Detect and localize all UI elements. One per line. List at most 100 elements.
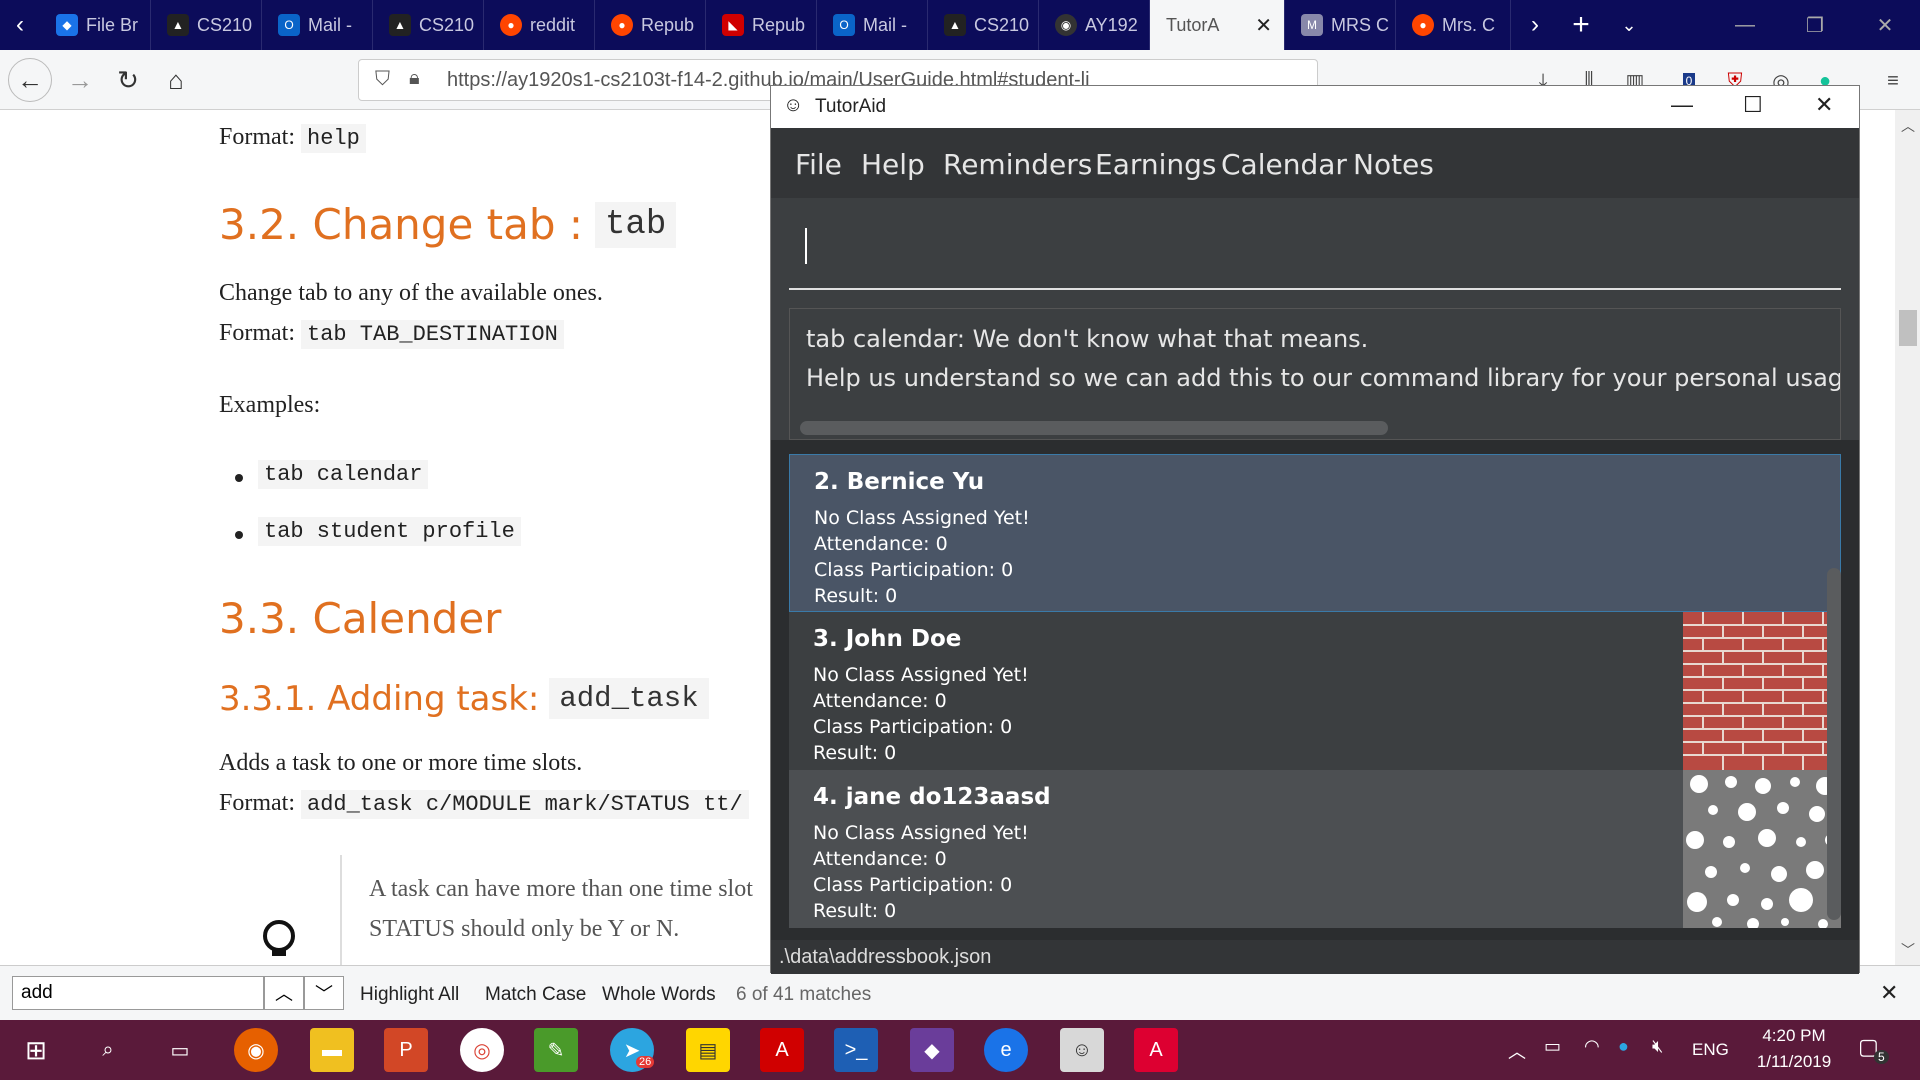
tab-mrs-1[interactable]: M MRS C (1285, 0, 1396, 50)
page-scrollbar[interactable]: ︿ ﹀ (1895, 110, 1920, 965)
format-code: add_task c/MODULE mark/STATUS tt/ (301, 790, 749, 819)
graduation-cap-icon: ▲ (389, 14, 411, 36)
change-tab-description: Change tab to any of the available ones. (219, 280, 603, 306)
file-explorer-icon[interactable]: ▬ (310, 1028, 354, 1072)
student-name: 4. jane do123aasd (813, 784, 1051, 810)
close-tab-icon[interactable]: ✕ (1255, 13, 1272, 38)
windows-start-icon[interactable]: ⊞ (14, 1028, 58, 1072)
bullet (235, 474, 243, 482)
sticky-notes-icon[interactable]: ▤ (686, 1028, 730, 1072)
tab-mrs-2[interactable]: ● Mrs. C (1396, 0, 1511, 50)
tab-mail-1[interactable]: O Mail - (262, 0, 373, 50)
close-window-icon[interactable]: ✕ (1815, 92, 1833, 118)
maximize-icon[interactable]: ☐ (1743, 92, 1763, 118)
close-find-bar-icon[interactable]: ✕ (1880, 980, 1898, 1006)
tutoraid-title-bar[interactable]: ☺ TutorAid — ☐ ✕ (771, 86, 1859, 128)
chrome-icon[interactable]: ◎ (460, 1028, 504, 1072)
menu-file[interactable]: File (795, 148, 842, 181)
angular-icon[interactable]: A (1134, 1028, 1178, 1072)
reload-icon[interactable]: ↻ (106, 58, 150, 102)
match-case-option[interactable]: Match Case (485, 984, 586, 1006)
home-icon[interactable]: ⌂ (154, 58, 198, 102)
add-task-description: Adds a task to one or more time slots. (219, 750, 583, 776)
forward-arrow-icon[interactable]: → (58, 58, 102, 102)
scroll-down-icon[interactable]: ﹀ (1901, 940, 1915, 960)
menu-notes[interactable]: Notes (1353, 148, 1434, 181)
clock-date[interactable]: 1/11/2019 (1740, 1052, 1848, 1072)
format-add-line: Format: add_task c/MODULE mark/STATUS tt… (219, 790, 749, 819)
find-previous-icon[interactable]: ︿ (264, 976, 304, 1010)
tab-label: TutorA (1166, 14, 1220, 35)
whole-words-option[interactable]: Whole Words (602, 984, 716, 1006)
data-file-path: .\data\addressbook.json (779, 945, 992, 968)
restore-icon[interactable]: ❐ (1780, 0, 1850, 50)
new-tab-icon[interactable]: + (1560, 0, 1602, 50)
student-result: Result: 0 (814, 585, 898, 607)
menu-reminders[interactable]: Reminders (943, 148, 1092, 181)
tab-label: CS210 (974, 14, 1030, 35)
file-browser-icon: ◆ (56, 14, 78, 36)
tab-label: Repub (752, 14, 806, 35)
tab-label: Mrs. C (1442, 14, 1495, 35)
republic-icon: ◣ (722, 14, 744, 36)
language-indicator[interactable]: ENG (1692, 1040, 1729, 1060)
tray-chevron-icon[interactable]: ︿ (1508, 1038, 1526, 1064)
app-icon[interactable]: ✎ (534, 1028, 578, 1072)
student-card[interactable]: 3. John Doe No Class Assigned Yet! Atten… (789, 612, 1841, 770)
menu-help[interactable]: Help (861, 148, 925, 181)
minimize-icon[interactable]: — (1671, 92, 1693, 118)
command-input[interactable] (789, 198, 1841, 290)
example-item: tab student profile (258, 517, 521, 546)
battery-icon[interactable]: ▭ (1544, 1036, 1561, 1057)
back-arrow-icon[interactable]: ← (8, 58, 52, 102)
list-tabs-icon[interactable]: ⌄ (1608, 0, 1650, 50)
menu-earnings[interactable]: Earnings (1095, 148, 1217, 181)
tab-reddit[interactable]: ● reddit (484, 0, 595, 50)
student-class: No Class Assigned Yet! (814, 507, 1030, 529)
browser-tab-strip: ‹ ◆ File Br ▲ CS210 O Mail - ▲ CS210 ● r… (0, 0, 1920, 50)
student-list-scrollbar[interactable] (1827, 568, 1841, 920)
find-next-icon[interactable]: ﹀ (304, 976, 344, 1010)
minimize-icon[interactable]: — (1710, 0, 1780, 50)
student-card[interactable]: 4. jane do123aasd No Class Assigned Yet!… (789, 770, 1841, 930)
clock-time[interactable]: 4:20 PM (1750, 1026, 1838, 1046)
student-card[interactable]: 2. Bernice Yu No Class Assigned Yet! Att… (789, 454, 1841, 612)
format-code: tab TAB_DESTINATION (301, 320, 564, 349)
visual-studio-icon[interactable]: ◆ (910, 1028, 954, 1072)
tab-github[interactable]: ◉ AY192 (1039, 0, 1150, 50)
task-view-icon[interactable]: ▭ (158, 1028, 202, 1072)
menu-calendar[interactable]: Calendar (1221, 148, 1347, 181)
tab-cs2103-1[interactable]: ▲ CS210 (151, 0, 262, 50)
tab-mail-2[interactable]: O Mail - (817, 0, 928, 50)
scroll-thumb[interactable] (1899, 310, 1917, 346)
reddit-icon: ● (611, 14, 633, 36)
scroll-up-icon[interactable]: ︿ (1901, 116, 1915, 136)
highlight-all-option[interactable]: Highlight All (360, 984, 459, 1006)
format-help-line: Format: help (219, 124, 366, 153)
tab-tutoraid[interactable]: TutorA ✕ (1150, 0, 1285, 50)
shield-icon: ⛉ (375, 68, 390, 90)
search-icon[interactable]: ⌕ (86, 1028, 130, 1072)
find-input[interactable]: add (12, 976, 264, 1010)
tab-label: Mail - (863, 14, 907, 35)
close-window-icon[interactable]: ✕ (1850, 0, 1920, 50)
tab-repub-1[interactable]: ● Repub (595, 0, 706, 50)
tab-scroll-right-icon[interactable]: › (1515, 0, 1555, 50)
tab-label: CS210 (419, 14, 475, 35)
tab-scroll-left-icon[interactable]: ‹ (0, 0, 40, 50)
hamburger-menu-icon[interactable]: ≡ (1880, 68, 1906, 94)
powershell-icon[interactable]: >_ (834, 1028, 878, 1072)
result-horizontal-scrollbar[interactable] (800, 421, 1388, 435)
firefox-icon[interactable]: ◉ (234, 1028, 278, 1072)
acrobat-icon[interactable]: A (760, 1028, 804, 1072)
tab-cs2103-3[interactable]: ▲ CS210 (928, 0, 1039, 50)
telegram-tray-icon[interactable]: ● (1618, 1036, 1629, 1057)
tab-cs2103-2[interactable]: ▲ CS210 (373, 0, 484, 50)
wifi-icon[interactable]: ◠ (1584, 1036, 1600, 1057)
edge-icon[interactable]: e (984, 1028, 1028, 1072)
volume-muted-icon[interactable]: 🔇︎ (1652, 1036, 1663, 1057)
tab-file-browser[interactable]: ◆ File Br (40, 0, 151, 50)
tutoraid-taskbar-icon[interactable]: ☺ (1060, 1028, 1104, 1072)
powerpoint-icon[interactable]: P (384, 1028, 428, 1072)
tab-repub-2[interactable]: ◣ Repub (706, 0, 817, 50)
